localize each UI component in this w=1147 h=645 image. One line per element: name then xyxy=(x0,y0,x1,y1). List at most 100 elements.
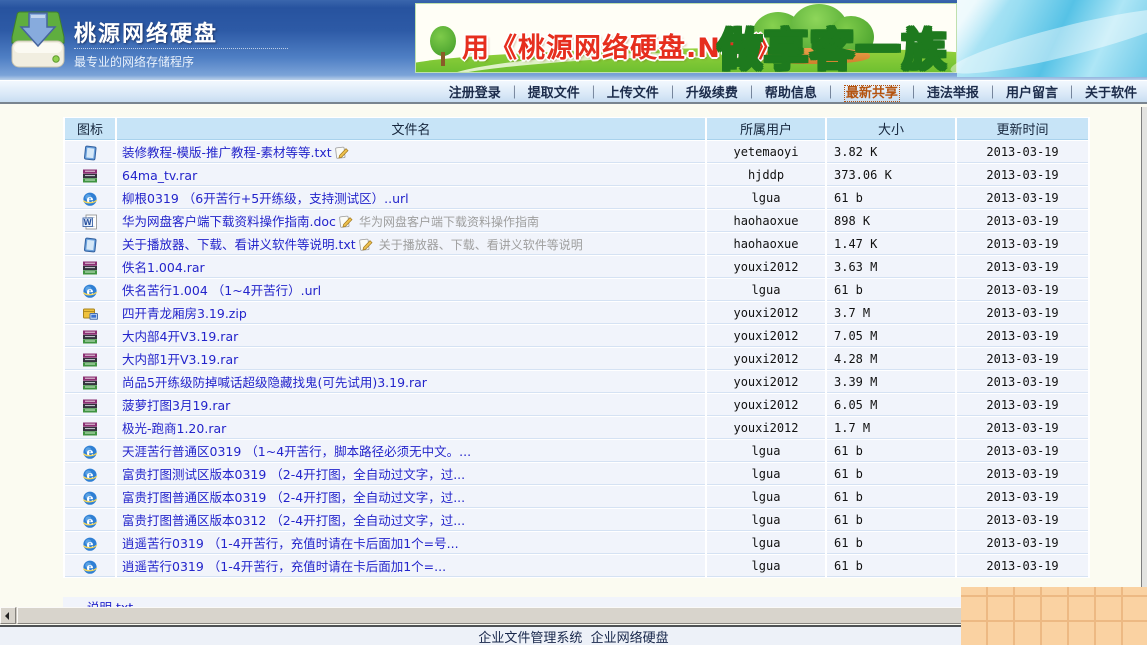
rar-file-icon xyxy=(65,164,115,186)
file-link[interactable]: 富贵打图普通区版本0319 （2-4开打图，全自动过文字，过... xyxy=(122,490,465,505)
site-header: 桃源网络硬盘 最专业的网络存储程序 用《桃源网络硬盘.Net》 做享客一族 xyxy=(0,0,1147,80)
file-name-cell: 四开青龙厢房3.19.zip xyxy=(117,302,705,324)
file-link[interactable]: 大内部4开V3.19.rar xyxy=(122,329,238,344)
column-header-size: 大小 xyxy=(827,118,955,140)
file-link[interactable]: 关于播放器、下载、看讲义软件等说明.txt xyxy=(122,237,356,252)
file-owner: haohaoxue xyxy=(707,233,825,255)
orange-grid-overlay xyxy=(961,587,1147,645)
file-size: 61 b xyxy=(827,279,955,301)
file-owner: haohaoxue xyxy=(707,210,825,232)
table-row: 关于播放器、下载、看讲义软件等说明.txt 关于播放器、下载、看讲义软件等说明 ha… xyxy=(65,233,1088,255)
file-size: 3.7 M xyxy=(827,302,955,324)
file-link[interactable]: 逍遥苦行0319 （1-4开苦行，充值时请在卡后面加1个=... xyxy=(122,559,446,574)
file-link[interactable]: 华为网盘客户端下载资料操作指南.doc xyxy=(122,214,336,229)
file-name-cell: 华为网盘客户端下载资料操作指南.doc 华为网盘客户端下载资料操作指南 xyxy=(117,210,705,232)
nav-separator: ｜ xyxy=(1064,86,1078,101)
file-date: 2013-03-19 xyxy=(957,371,1088,393)
file-link[interactable]: 64ma_tv.rar xyxy=(122,168,197,183)
top-nav-items: 注册登录 ｜ 提取文件 ｜ 上传文件 ｜ 升级续费 ｜ 帮助信息 ｜ 最新共享 ｜ 违法举报 ｜ 用户留言 ｜… xyxy=(449,81,1137,104)
file-owner: lgua xyxy=(707,509,825,531)
footer-text: 企业文件管理系统 企业网络硬盘 xyxy=(478,631,669,645)
header-decoration xyxy=(957,0,1147,77)
file-link[interactable]: 佚名1.004.rar xyxy=(122,260,205,275)
vertical-scrollbar[interactable] xyxy=(1141,107,1147,607)
file-size: 61 b xyxy=(827,463,955,485)
file-link[interactable]: 极光-跑商1.20.rar xyxy=(122,421,226,436)
url-file-icon: e xyxy=(65,279,115,301)
file-size: 6.05 M xyxy=(827,394,955,416)
file-link[interactable]: 装修教程-模版-推广教程-素材等等.txt xyxy=(122,145,332,160)
file-owner: youxi2012 xyxy=(707,256,825,278)
file-date: 2013-03-19 xyxy=(957,325,1088,347)
app-logo-icon xyxy=(11,11,65,68)
table-row: e 柳根0319 （6开苦行+5开练级，支持测试区）..url lgua 61 b 20… xyxy=(65,187,1088,209)
nav-link-3[interactable]: 升级续费 xyxy=(686,86,738,101)
file-owner: youxi2012 xyxy=(707,302,825,324)
file-owner: lgua xyxy=(707,532,825,554)
rar-file-icon xyxy=(65,256,115,278)
file-link[interactable]: 富贵打图普通区版本0312 （2-4开打图，全自动过文字，过... xyxy=(122,513,465,528)
file-date: 2013-03-19 xyxy=(957,532,1088,554)
nav-link-8[interactable]: 关于软件 xyxy=(1085,86,1137,101)
file-date: 2013-03-19 xyxy=(957,279,1088,301)
file-owner: lgua xyxy=(707,463,825,485)
file-date: 2013-03-19 xyxy=(957,141,1088,163)
file-name-cell: 关于播放器、下载、看讲义软件等说明.txt 关于播放器、下载、看讲义软件等说明 xyxy=(117,233,705,255)
file-link[interactable]: 菠萝打图3月19.rar xyxy=(122,398,230,413)
table-row: 佚名1.004.rar youxi2012 3.63 M 2013-03-19 xyxy=(65,256,1088,278)
file-link[interactable]: 天涯苦行普通区0319 （1~4开苦行，脚本路径必须无中文。... xyxy=(122,444,471,459)
nav-link-2[interactable]: 上传文件 xyxy=(607,86,659,101)
table-row: W 华为网盘客户端下载资料操作指南.doc 华为网盘客户端下载资料操作指南 haoha… xyxy=(65,210,1088,232)
file-date: 2013-03-19 xyxy=(957,486,1088,508)
nav-separator: ｜ xyxy=(823,86,837,101)
svg-text:e: e xyxy=(87,560,94,573)
file-owner: yetemaoyi xyxy=(707,141,825,163)
file-size: 1.47 K xyxy=(827,233,955,255)
file-description: 关于播放器、下载、看讲义软件等说明 xyxy=(378,238,583,252)
svg-text:e: e xyxy=(87,537,94,550)
file-date: 2013-03-19 xyxy=(957,187,1088,209)
rar-file-icon xyxy=(65,417,115,439)
nav-link-0[interactable]: 注册登录 xyxy=(449,86,501,101)
table-row: e 佚名苦行1.004 （1~4开苦行）.url lgua 61 b 2013-03-1… xyxy=(65,279,1088,301)
svg-text:e: e xyxy=(87,192,94,205)
file-owner: youxi2012 xyxy=(707,348,825,370)
file-link[interactable]: 佚名苦行1.004 （1~4开苦行）.url xyxy=(122,283,321,298)
file-name-cell: 富贵打图普通区版本0312 （2-4开打图，全自动过文字，过... xyxy=(117,509,705,531)
file-link[interactable]: 逍遥苦行0319 （1-4开苦行，充值时请在卡后面加1个=号... xyxy=(122,536,459,551)
file-date: 2013-03-19 xyxy=(957,256,1088,278)
nav-link-6[interactable]: 违法举报 xyxy=(927,86,979,101)
nav-link-7[interactable]: 用户留言 xyxy=(1006,86,1058,101)
file-link[interactable]: 大内部1开V3.19.rar xyxy=(122,352,238,367)
file-name-cell: 逍遥苦行0319 （1-4开苦行，充值时请在卡后面加1个=号... xyxy=(117,532,705,554)
edit-note-icon xyxy=(332,142,349,161)
file-name-cell: 装修教程-模版-推广教程-素材等等.txt xyxy=(117,141,705,163)
file-link[interactable]: 柳根0319 （6开苦行+5开练级，支持测试区）..url xyxy=(122,191,409,206)
banner-ad[interactable]: 用《桃源网络硬盘.Net》 做享客一族 xyxy=(415,3,957,73)
file-link[interactable]: 尚品5开练级防掉喊话超级隐藏找鬼(可先试用)3.19.rar xyxy=(122,375,427,390)
table-row: 极光-跑商1.20.rar youxi2012 1.7 M 2013-03-19 xyxy=(65,417,1088,439)
content-area: 图标 文件名 所属用户 大小 更新时间 装修教程-模版-推广教程-素材等等.tx… xyxy=(0,104,1147,625)
nav-link-5[interactable]: 最新共享 xyxy=(843,85,900,102)
url-file-icon: e xyxy=(65,555,115,577)
scroll-left-button[interactable] xyxy=(0,607,16,624)
file-table: 图标 文件名 所属用户 大小 更新时间 装修教程-模版-推广教程-素材等等.tx… xyxy=(63,117,1090,578)
file-link[interactable]: 富贵打图测试区版本0319 （2-4开打图，全自动过文字，过... xyxy=(122,467,465,482)
file-size: 61 b xyxy=(827,555,955,577)
banner-slogan-text: 做享客一族 xyxy=(718,14,948,72)
file-name-cell: 柳根0319 （6开苦行+5开练级，支持测试区）..url xyxy=(117,187,705,209)
file-date: 2013-03-19 xyxy=(957,440,1088,462)
nav-link-1[interactable]: 提取文件 xyxy=(528,86,580,101)
table-row: 装修教程-模版-推广教程-素材等等.txt yetemaoyi 3.82 K 2013… xyxy=(65,141,1088,163)
nav-separator: ｜ xyxy=(985,86,999,101)
partial-file-name[interactable]: 说明.txt xyxy=(87,600,133,607)
nav-separator: ｜ xyxy=(507,86,521,101)
url-file-icon: e xyxy=(65,187,115,209)
file-date: 2013-03-19 xyxy=(957,233,1088,255)
rar-file-icon xyxy=(65,394,115,416)
nav-link-4[interactable]: 帮助信息 xyxy=(765,86,817,101)
file-size: 4.28 M xyxy=(827,348,955,370)
file-owner: lgua xyxy=(707,486,825,508)
file-link[interactable]: 四开青龙厢房3.19.zip xyxy=(122,306,247,321)
file-size: 3.63 M xyxy=(827,256,955,278)
